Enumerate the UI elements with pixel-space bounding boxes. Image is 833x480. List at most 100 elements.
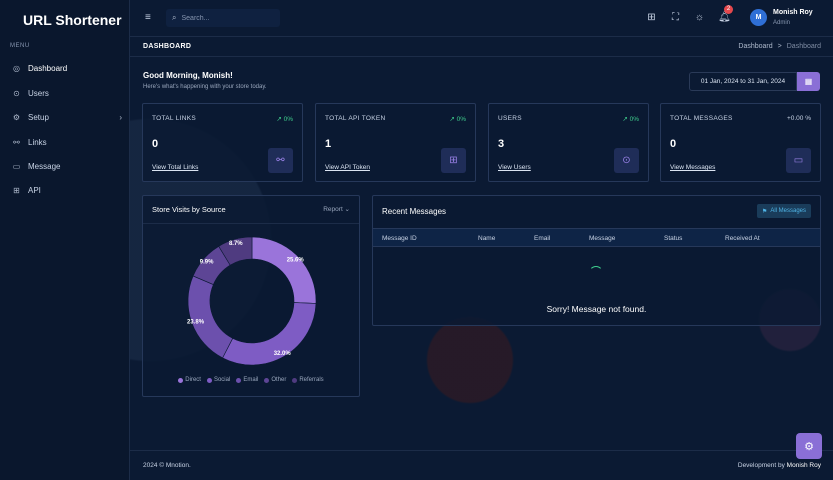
all-messages-label: All Messages [770,208,806,214]
empty-state-text: Sorry! Message not found. [546,304,647,314]
search-box: ⌕ [166,9,280,27]
sidebar-item-message[interactable]: ▭ Message [12,162,122,171]
all-messages-button[interactable]: ⚑ All Messages [756,204,811,218]
developer-name[interactable]: Monish Roy [787,462,821,469]
card-delta: ↗ 0% [276,116,293,123]
user-icon: ⊙ [13,89,20,98]
card-delta: ↗ 0% [449,116,466,123]
footer: 2024 © Mnotion. Development by Monish Ro… [130,450,833,480]
legend-swatch [264,377,270,383]
donut-slice-direct[interactable] [251,236,317,304]
legend-swatch [236,377,242,383]
apps-grid-icon[interactable]: ⊞ [646,12,657,23]
link-icon: ⚯ [13,138,20,147]
stat-card-users: USERS ↗ 0% 3 View Users ⊙ [488,103,649,182]
gear-icon: ⚙ [12,113,21,122]
donut-slice-email[interactable] [187,275,234,359]
fullscreen-icon[interactable]: ⛶ [670,12,681,23]
legend-item-social[interactable]: Social [206,377,231,383]
breadcrumb: Dashboard > Dashboard [738,43,821,50]
search-input[interactable] [181,14,262,22]
table-header: Message ID Name Email Message Status Rec… [373,228,820,247]
avatar[interactable]: M [750,9,767,26]
chevron-right-icon: › [119,113,122,122]
card-label: TOTAL LINKS [152,115,196,122]
sidebar-item-label: Dashboard [28,64,68,73]
stat-card-total-messages: TOTAL MESSAGES +0.00 % 0 View Messages ▭ [660,103,821,182]
grid-icon: ⊞ [441,148,466,173]
page-header: DASHBOARD Dashboard > Dashboard [130,37,833,57]
legend-swatch [178,377,184,383]
sidebar-item-users[interactable]: ⊙ Users [12,89,122,98]
link-icon: ⚯ [268,148,293,173]
sidebar-item-dashboard[interactable]: ◎ Dashboard [12,64,122,73]
card-link[interactable]: View Messages [670,164,715,171]
slice-label: 9.9% [200,260,214,266]
page-title: DASHBOARD [143,43,192,50]
message-icon: ▭ [786,148,811,173]
developer-prefix: Development by [737,462,785,469]
stat-card-total-links: TOTAL LINKS ↗ 0% 0 View Total Links ⚯ [142,103,303,182]
menu-title: MENU [10,43,30,49]
legend-item-referrals[interactable]: Referrals [292,377,324,383]
column-header[interactable]: Name [478,235,495,242]
card-value: 0 [152,138,159,150]
sidebar-item-label: Links [28,138,47,147]
sidebar-item-label: Users [28,89,49,98]
notification-badge: 2 [724,5,733,14]
flag-icon: ⚑ [761,208,768,215]
dashboard-icon: ◎ [13,64,20,73]
legend-label: Direct [185,377,201,383]
card-link[interactable]: View Users [498,164,531,171]
report-dropdown[interactable]: Report ⌄ [323,205,350,213]
app-title: URL Shortener [23,12,122,28]
legend-label: Referrals [299,377,324,383]
card-value: 1 [325,138,332,150]
date-range-picker[interactable]: 01 Jan, 2024 to 31 Jan, 2024 [689,72,797,91]
slice-label: 25.6% [287,257,305,263]
sidebar-item-setup[interactable]: ⚙ Setup › [12,113,122,122]
recent-messages-panel: Recent Messages ⚑ All Messages Message I… [372,195,821,326]
card-link[interactable]: View API Token [325,164,370,171]
card-label: USERS [498,115,522,122]
greeting-title: Good Morning, Monish! [143,71,233,80]
user-icon: ⊙ [614,148,639,173]
breadcrumb-separator: > [777,43,782,50]
legend-label: Social [213,377,231,383]
donut-slice-social[interactable] [222,302,317,366]
gear-icon: ⚙ [804,440,814,453]
column-header[interactable]: Message [589,235,615,242]
slice-label: 8.7% [229,241,243,247]
calendar-icon: ▦ [804,77,813,86]
topbar: ≡ ⌕ ⊞ ⛶ ☼ 🔔︎ 2 M Monish Roy Admin [130,0,833,37]
settings-fab[interactable]: ⚙ [796,433,822,459]
calendar-button[interactable]: ▦ [797,72,820,91]
legend-item-email[interactable]: Email [236,377,258,383]
store-visits-panel: Store Visits by Source Report ⌄ 25.6% 32.… [142,195,360,397]
theme-toggle-icon[interactable]: ☼ [694,12,705,23]
sidebar-item-label: Setup [28,113,49,122]
column-header[interactable]: Received At [725,235,760,242]
column-header[interactable]: Status [664,235,682,242]
breadcrumb-current: Dashboard [786,43,821,50]
sidebar: URL Shortener MENU ◎ Dashboard ⊙ Users ⚙… [0,0,130,480]
copyright: 2024 © Mnotion. [143,462,191,469]
divider [143,223,359,224]
menu-toggle-icon[interactable]: ≡ [145,13,155,23]
column-header[interactable]: Email [534,235,550,242]
legend-item-direct[interactable]: Direct [178,377,201,383]
column-header[interactable]: Message ID [382,235,417,242]
slice-label: 32.0% [274,351,292,357]
card-link[interactable]: View Total Links [152,164,198,171]
user-role: Admin [773,20,791,26]
legend-label: Other [271,377,287,383]
panel-title: Recent Messages [382,207,447,216]
card-value: 0 [670,138,677,150]
sidebar-item-links[interactable]: ⚯ Links [12,138,122,147]
card-label: TOTAL API TOKEN [325,115,386,122]
sidebar-item-label: API [28,186,41,195]
breadcrumb-link[interactable]: Dashboard [738,43,772,50]
legend-item-other[interactable]: Other [264,377,286,383]
user-name[interactable]: Monish Roy [773,9,813,16]
sidebar-item-api[interactable]: ⊞ API [12,186,122,195]
